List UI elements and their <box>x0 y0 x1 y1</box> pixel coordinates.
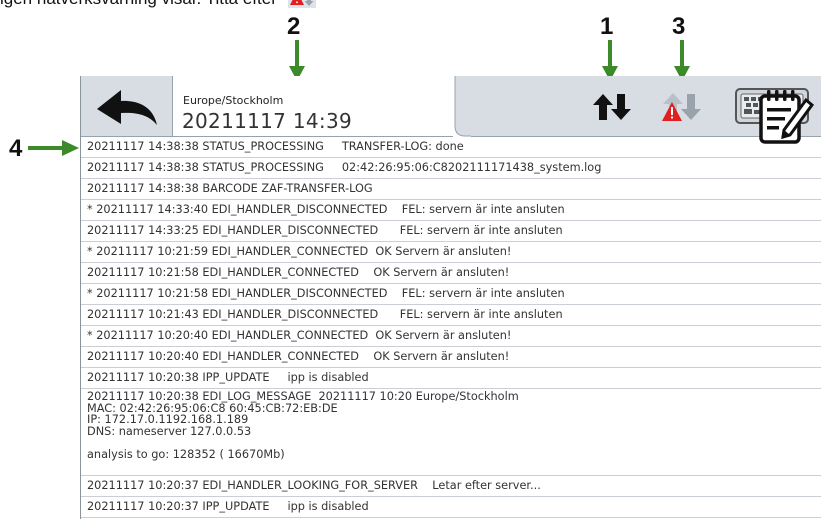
log-row[interactable]: 20211117 10:21:58 EDI_HANDLER_CONNECTED … <box>81 263 821 284</box>
log-row[interactable]: 20211117 10:20:37 IPP_UPDATE ipp is disa… <box>81 497 821 518</box>
log-row[interactable]: 20211117 14:38:38 STATUS_PROCESSING TRAN… <box>81 137 821 158</box>
network-warning-mini-icon <box>287 0 316 8</box>
log-row[interactable]: 20211117 10:20:40 EDI_HANDLER_CONNECTED … <box>81 347 821 368</box>
log-row[interactable]: * 20211117 14:33:40 EDI_HANDLER_DISCONNE… <box>81 200 821 221</box>
back-arrow-icon <box>97 90 157 125</box>
datetime-panel: Europe/Stockholm 20211117 14:39 <box>173 76 455 136</box>
log-row[interactable]: * 20211117 10:21:58 EDI_HANDLER_DISCONNE… <box>81 284 821 305</box>
callout-arrow-4 <box>28 140 79 156</box>
callout-number-1: 1 <box>600 13 614 40</box>
log-row[interactable]: 20211117 10:20:37 EDI_HANDLER_LOOKING_FO… <box>81 476 821 497</box>
instruction-caption-text: igen nätverksvarning visar. Titta efter <box>0 0 277 8</box>
datetime-tab-edge <box>453 76 471 137</box>
log-row[interactable]: * 20211117 10:21:59 EDI_HANDLER_CONNECTE… <box>81 242 821 263</box>
back-button[interactable] <box>87 84 167 130</box>
callout-number-3: 3 <box>672 13 686 40</box>
network-warning-button[interactable] <box>661 90 703 124</box>
callout-number-2: 2 <box>287 13 301 40</box>
notepad-button[interactable] <box>756 86 816 146</box>
transfer-button[interactable] <box>591 90 631 124</box>
event-log-list[interactable]: 20211117 14:38:38 STATUS_PROCESSING TRAN… <box>81 137 821 519</box>
device-screen: Europe/Stockholm 20211117 14:39 20211117… <box>80 76 821 519</box>
header-bar: Europe/Stockholm 20211117 14:39 <box>81 76 821 137</box>
log-row[interactable]: 20211117 14:38:38 STATUS_PROCESSING 02:4… <box>81 158 821 179</box>
log-row[interactable]: 20211117 10:20:38 IPP_UPDATE ipp is disa… <box>81 368 821 389</box>
log-row-multiline[interactable]: 20211117 10:20:38 EDI_LOG_MESSAGE 202111… <box>81 389 821 476</box>
notepad-icon <box>759 90 815 144</box>
datetime-display: 20211117 14:39 <box>182 109 352 133</box>
callout-number-4: 4 <box>9 135 23 162</box>
log-row[interactable]: 20211117 10:21:43 EDI_HANDLER_DISCONNECT… <box>81 305 821 326</box>
timezone-label: Europe/Stockholm <box>183 94 284 107</box>
transfer-arrows-icon <box>593 94 631 120</box>
log-row[interactable]: 20211117 14:33:25 EDI_HANDLER_DISCONNECT… <box>81 221 821 242</box>
instruction-caption: igen nätverksvarning visar. Titta efter <box>0 0 316 10</box>
network-warning-icon <box>662 93 701 121</box>
log-row[interactable]: * 20211117 10:20:40 EDI_HANDLER_CONNECTE… <box>81 326 821 347</box>
log-row[interactable]: 20211117 14:38:38 BARCODE ZAF-TRANSFER-L… <box>81 179 821 200</box>
